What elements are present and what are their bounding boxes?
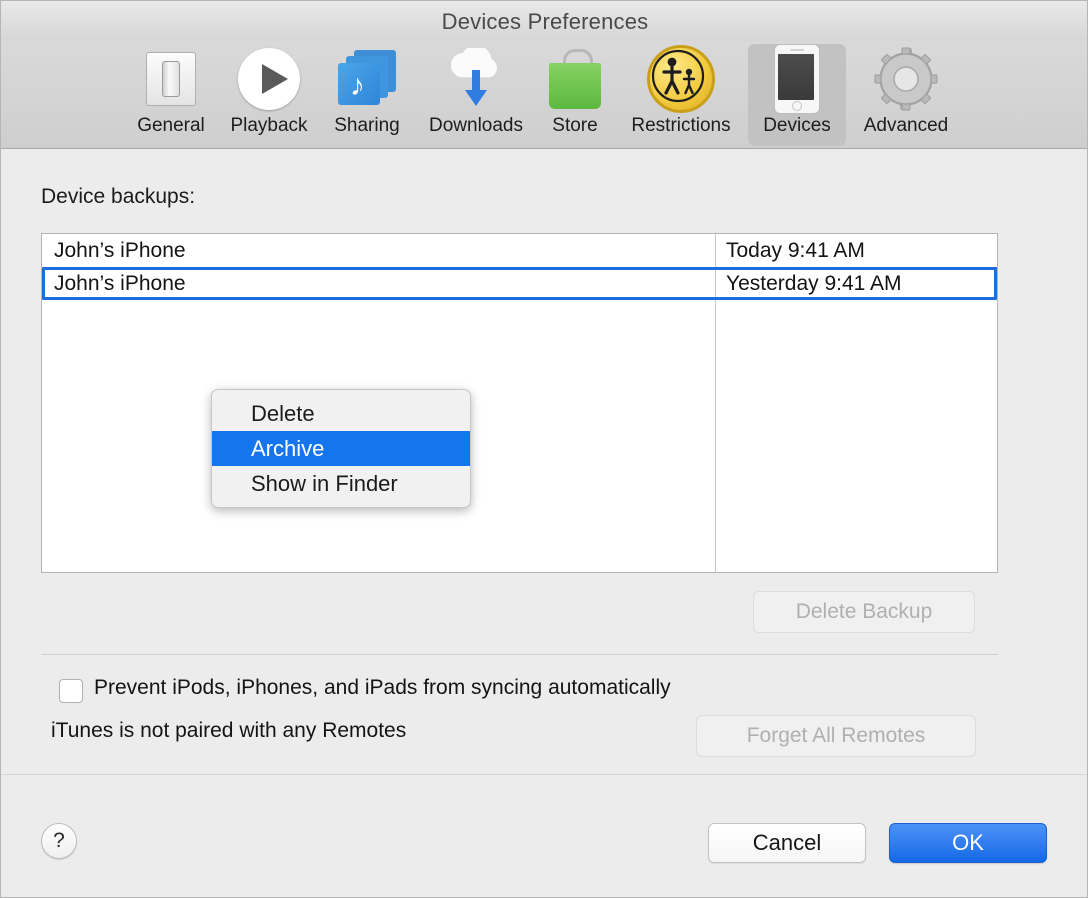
- tab-sharing[interactable]: ♪ Sharing: [321, 44, 413, 146]
- backup-device-name: John’s iPhone: [54, 238, 186, 262]
- backup-date: Yesterday 9:41 AM: [726, 271, 902, 295]
- backup-date: Today 9:41 AM: [726, 238, 865, 262]
- tab-general[interactable]: General: [125, 44, 217, 146]
- dialog-footer: ? Cancel OK: [1, 774, 1087, 897]
- help-button[interactable]: ?: [41, 823, 77, 859]
- devices-pane: Device backups: John’s iPhone Today 9:41…: [1, 149, 1087, 774]
- tab-devices-label: Devices: [763, 115, 831, 136]
- tab-devices[interactable]: Devices: [748, 44, 846, 146]
- devices-preferences-window: Devices Preferences General Playback ♪ S…: [0, 0, 1088, 898]
- cloud-download-icon: [415, 43, 537, 112]
- section-separator: [41, 654, 998, 655]
- backup-device-name: John’s iPhone: [54, 271, 186, 295]
- delete-backup-button[interactable]: Delete Backup: [753, 591, 975, 633]
- forget-all-remotes-button[interactable]: Forget All Remotes: [696, 715, 976, 757]
- tab-restrictions[interactable]: Restrictions: [613, 44, 749, 146]
- remotes-status-text: iTunes is not paired with any Remotes: [51, 719, 407, 742]
- context-menu-item-archive[interactable]: Archive: [212, 431, 470, 466]
- light-switch-icon: [125, 46, 217, 112]
- play-circle-icon: [219, 46, 319, 112]
- table-row[interactable]: John’s iPhone Yesterday 9:41 AM: [42, 267, 997, 300]
- parental-controls-icon: [613, 45, 749, 113]
- tab-store-label: Store: [552, 115, 598, 136]
- title-bar: Devices Preferences: [1, 1, 1087, 41]
- tab-advanced-label: Advanced: [863, 115, 949, 136]
- tab-restrictions-label: Restrictions: [631, 115, 731, 136]
- sharing-stack-icon: ♪: [321, 46, 413, 112]
- backups-list[interactable]: John’s iPhone Today 9:41 AM John’s iPhon…: [41, 233, 998, 573]
- tab-downloads[interactable]: Downloads: [415, 43, 537, 146]
- prevent-sync-label: Prevent iPods, iPhones, and iPads from s…: [94, 676, 671, 699]
- tab-playback[interactable]: Playback: [219, 44, 319, 146]
- context-menu-item-show-in-finder[interactable]: Show in Finder: [212, 466, 470, 501]
- ok-button[interactable]: OK: [889, 823, 1047, 863]
- tab-store[interactable]: Store: [539, 44, 611, 146]
- preferences-toolbar: General Playback ♪ Sharing Downloads Sto…: [1, 41, 1087, 149]
- iphone-icon: [748, 44, 846, 114]
- tab-sharing-label: Sharing: [334, 115, 400, 136]
- tab-advanced[interactable]: Advanced: [848, 44, 964, 146]
- backup-context-menu[interactable]: Delete Archive Show in Finder: [211, 389, 471, 508]
- tab-downloads-label: Downloads: [429, 115, 523, 136]
- window-title: Devices Preferences: [441, 9, 649, 34]
- cancel-button[interactable]: Cancel: [708, 823, 866, 863]
- context-menu-item-delete[interactable]: Delete: [212, 396, 470, 431]
- prevent-sync-checkbox[interactable]: [59, 679, 83, 703]
- device-backups-label: Device backups:: [41, 185, 196, 208]
- shopping-bag-icon: [539, 46, 611, 112]
- table-row[interactable]: John’s iPhone Today 9:41 AM: [42, 234, 997, 267]
- tab-playback-label: Playback: [230, 115, 308, 136]
- gear-icon: [848, 46, 964, 112]
- tab-general-label: General: [137, 115, 205, 136]
